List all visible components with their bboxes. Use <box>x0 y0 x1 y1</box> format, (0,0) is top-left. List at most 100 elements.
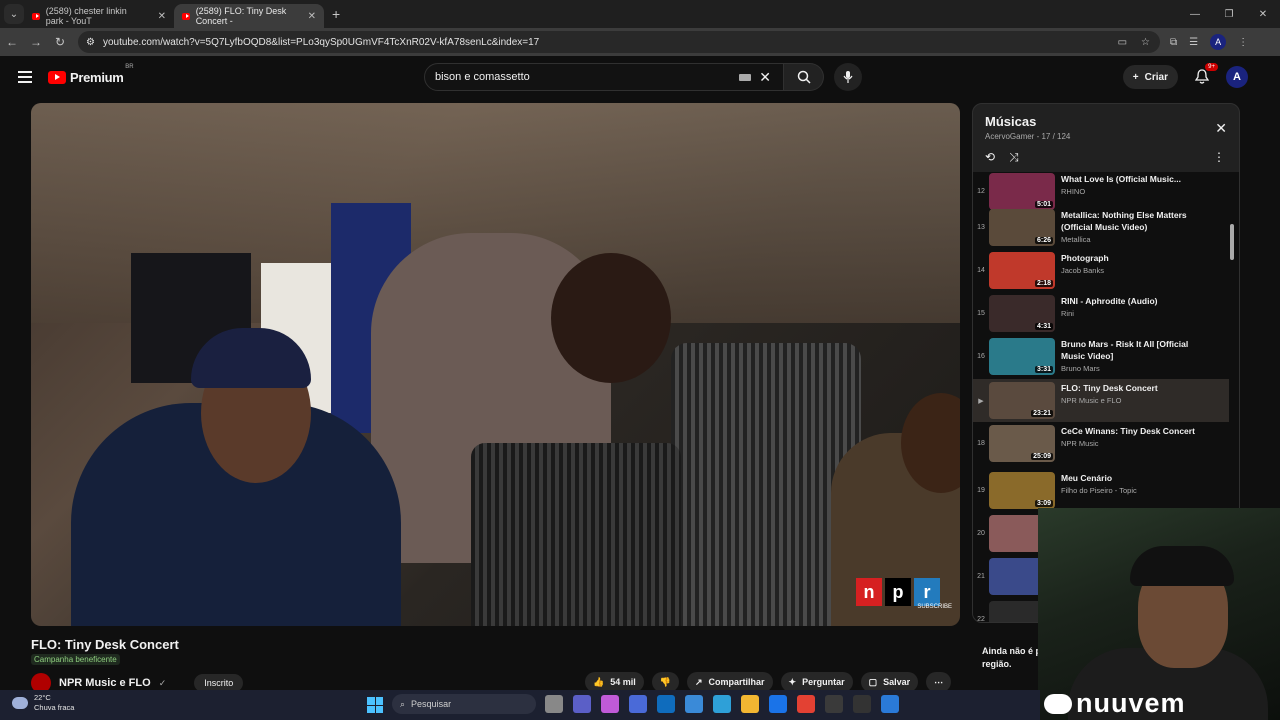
keyboard-icon[interactable] <box>739 73 752 81</box>
obs-icon[interactable] <box>853 695 871 713</box>
extensions-icon[interactable]: ⧉ <box>1170 37 1177 48</box>
playlist-item-current[interactable]: ▶ 23:21 FLO: Tiny Desk Concert NPR Music e … <box>973 379 1229 422</box>
copilot-icon[interactable] <box>601 695 619 713</box>
file-explorer-icon[interactable] <box>741 695 759 713</box>
weather-widget[interactable]: 22°C Chuva fraca <box>12 693 74 713</box>
site-info-icon[interactable]: ⚙ <box>86 37 95 48</box>
account-avatar[interactable]: A <box>1226 66 1248 88</box>
playlist-item[interactable]: 16 3:31 Bruno Mars - Risk It All [Official… <box>973 335 1229 378</box>
playlist-item-thumbnail[interactable]: 6:26 <box>989 209 1055 246</box>
save-button[interactable]: ▢ Salvar <box>860 672 919 692</box>
maximize-icon[interactable]: ❐ <box>1212 0 1246 28</box>
playlist-item-title[interactable]: Meu Cenário <box>1061 472 1211 484</box>
voice-search-button[interactable] <box>834 63 862 91</box>
playlist-item-duration: 3:09 <box>1034 500 1053 507</box>
bookmark-star-icon[interactable]: ☆ <box>1141 37 1150 48</box>
search-input[interactable]: bison e comassetto ✕ <box>424 63 784 91</box>
playlist-item-index: 19 <box>977 487 985 494</box>
playlist-item-title[interactable]: What Love Is (Official Music... <box>1061 173 1211 185</box>
browser-tab-active[interactable]: (2589) FLO: Tiny Desk Concert - ✕ <box>174 4 324 28</box>
campaign-badge[interactable]: Campanha beneficente <box>31 654 120 665</box>
share-button[interactable]: ↗ Compartilhar <box>686 672 773 692</box>
url-input[interactable]: ⚙ youtube.com/watch?v=5Q7LyfbOQD8&list=P… <box>78 31 1160 53</box>
playlist-item-channel: Jacob Banks <box>1061 266 1104 275</box>
playlist-item[interactable]: 19 3:09 Meu Cenário Filho do Piseiro - Topi… <box>973 469 1229 512</box>
npr-watermark-logo[interactable]: n p r <box>856 578 940 606</box>
close-tab-icon[interactable]: ✕ <box>158 11 166 22</box>
edge-browser-icon[interactable] <box>769 695 787 713</box>
bell-icon <box>1195 69 1209 84</box>
playlist-item-thumbnail[interactable]: 4:31 <box>989 295 1055 332</box>
teams-icon[interactable] <box>573 695 591 713</box>
search-button[interactable] <box>784 63 824 91</box>
clear-search-icon[interactable]: ✕ <box>759 69 771 86</box>
playlist-item-thumbnail[interactable]: 5:01 <box>989 173 1055 210</box>
playlist-item[interactable]: 14 2:18 Photograph Jacob Banks <box>973 249 1229 292</box>
shuffle-icon[interactable]: ⤨ <box>1009 150 1019 165</box>
youtube-favicon-icon <box>32 12 40 20</box>
playlist-more-icon[interactable]: ⋮ <box>1213 150 1225 164</box>
edge-icon[interactable] <box>713 695 731 713</box>
store-icon[interactable] <box>629 695 647 713</box>
nuuvem-logo-text: nuuvem <box>1076 688 1186 718</box>
notepad-icon[interactable] <box>881 695 899 713</box>
notifications-button[interactable]: 9+ <box>1192 63 1218 87</box>
logo-text: Premium <box>70 69 124 85</box>
video-title: FLO: Tiny Desk Concert <box>31 637 179 652</box>
playlist-item-title[interactable]: Photograph <box>1061 252 1211 264</box>
create-button[interactable]: + Criar <box>1122 65 1178 89</box>
reading-list-icon[interactable]: ☰ <box>1189 37 1198 48</box>
browser-tab[interactable]: (2589) chester linkin park - YouT ✕ <box>24 4 174 28</box>
playlist-item[interactable]: 15 4:31 RINI - Aphrodite (Audio) Rini <box>973 292 1229 335</box>
playlist-item-thumbnail[interactable]: 23:21 <box>989 382 1055 419</box>
chrome-icon[interactable] <box>797 695 815 713</box>
hamburger-menu-icon[interactable] <box>18 71 32 83</box>
close-window-icon[interactable]: ✕ <box>1246 0 1280 28</box>
taskbar-search[interactable]: ⌕ Pesquisar <box>392 694 536 714</box>
playlist-item[interactable]: 18 25:09 CeCe Winans: Tiny Desk Concert NPR… <box>973 422 1229 465</box>
playlist-scrollbar[interactable] <box>1230 224 1234 260</box>
dislike-button[interactable]: 👎 <box>651 672 679 692</box>
playlist-item-title[interactable]: Metallica: Nothing Else Matters (Officia… <box>1061 209 1211 233</box>
tab-search-icon[interactable]: ⌄ <box>4 4 24 24</box>
playlist-item-title[interactable]: FLO: Tiny Desk Concert <box>1061 382 1211 394</box>
cast-icon[interactable]: ▭ <box>1118 37 1127 48</box>
close-tab-icon[interactable]: ✕ <box>308 11 316 22</box>
task-view-icon[interactable] <box>545 695 563 713</box>
playlist-title[interactable]: Músicas <box>985 114 1227 129</box>
verified-icon: ✓ <box>158 677 167 688</box>
taskbar-search-label: Pesquisar <box>411 699 452 709</box>
like-button[interactable]: 👍 54 mil <box>585 672 644 692</box>
menu-icon[interactable]: ⋮ <box>1238 37 1248 48</box>
playlist-item-channel: RHINO <box>1061 187 1086 196</box>
weather-temp: 22°C <box>34 693 51 702</box>
ask-button[interactable]: ✦ Perguntar <box>780 672 853 692</box>
playlist-item-thumbnail[interactable]: 3:09 <box>989 472 1055 509</box>
mail-icon[interactable] <box>657 695 675 713</box>
channel-name[interactable]: NPR Music e FLO <box>59 677 151 689</box>
playlist-item-thumbnail[interactable]: 25:09 <box>989 425 1055 462</box>
profile-avatar[interactable]: A <box>1210 34 1227 50</box>
playlist-item-duration: 3:31 <box>1034 366 1053 373</box>
reload-icon[interactable]: ↻ <box>48 35 72 49</box>
calculator-icon[interactable] <box>685 695 703 713</box>
video-player[interactable]: n p r SUBSCRIBE <box>31 103 960 626</box>
playlist-item-thumbnail[interactable]: 2:18 <box>989 252 1055 289</box>
close-playlist-icon[interactable]: ✕ <box>1215 120 1227 137</box>
youtube-premium-logo[interactable]: Premium BR <box>48 64 134 85</box>
playlist-item[interactable]: 13 6:26 Metallica: Nothing Else Matters (O… <box>973 206 1229 249</box>
forward-icon[interactable]: → <box>24 35 48 49</box>
terminal-icon[interactable] <box>825 695 843 713</box>
back-icon[interactable]: ← <box>0 35 24 49</box>
ask-label: Perguntar <box>802 677 845 687</box>
more-actions-button[interactable]: ⋯ <box>926 672 952 692</box>
new-tab-icon[interactable]: + <box>332 6 340 22</box>
playlist-item-title[interactable]: Bruno Mars - Risk It All [Official Music… <box>1061 338 1211 362</box>
playlist-item-title[interactable]: RINI - Aphrodite (Audio) <box>1061 295 1211 307</box>
playlist-item-title[interactable]: CeCe Winans: Tiny Desk Concert <box>1061 425 1211 437</box>
loop-icon[interactable]: ⟲ <box>985 150 995 165</box>
playlist-item-thumbnail[interactable]: 3:31 <box>989 338 1055 375</box>
minimize-icon[interactable]: — <box>1178 0 1212 28</box>
playlist-item-index: 21 <box>977 573 985 580</box>
windows-start-icon[interactable] <box>367 697 383 713</box>
